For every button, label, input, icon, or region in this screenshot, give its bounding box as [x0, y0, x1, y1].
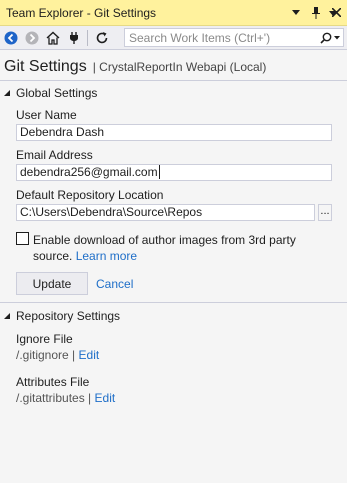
learn-more-link[interactable]: Learn more	[76, 249, 137, 263]
separator: |	[72, 348, 76, 362]
page-menu-dropdown-icon[interactable]	[329, 11, 337, 16]
author-images-checkbox[interactable]	[16, 232, 29, 245]
search-input[interactable]	[125, 29, 317, 46]
page-title: Git Settings	[4, 58, 87, 75]
text-caret	[158, 165, 160, 179]
repo-location-label: Default Repository Location	[16, 188, 164, 202]
global-settings-title: Global Settings	[16, 86, 98, 100]
repository-settings-title: Repository Settings	[16, 309, 121, 323]
separator: |	[88, 391, 92, 405]
edit-attributes-link[interactable]: Edit	[95, 391, 116, 405]
cancel-link[interactable]: Cancel	[96, 277, 133, 291]
window-title: Team Explorer - Git Settings	[6, 5, 157, 20]
checkbox-label: Enable download of author images from 3r…	[33, 233, 296, 263]
collapse-triangle-icon	[4, 90, 10, 96]
update-button[interactable]: Update	[16, 272, 88, 295]
connect-icon[interactable]	[64, 28, 84, 48]
global-settings-header[interactable]: Global Settings	[4, 86, 97, 100]
pin-icon[interactable]	[307, 4, 325, 22]
collapse-triangle-icon	[4, 313, 10, 319]
edit-ignore-link[interactable]: Edit	[79, 348, 100, 362]
ignore-file-row: /.gitignore | Edit	[16, 348, 99, 362]
ignore-file-label: Ignore File	[16, 332, 73, 346]
attributes-file-label: Attributes File	[16, 375, 90, 389]
author-images-text: Enable download of author images from 3r…	[33, 232, 333, 264]
window-titlebar: Team Explorer - Git Settings	[0, 0, 347, 26]
repository-name: | CrystalReportIn Webapi (Local)	[92, 60, 267, 74]
repository-settings-header[interactable]: Repository Settings	[4, 309, 120, 323]
ignore-file-path: /.gitignore	[16, 348, 69, 362]
header-divider	[0, 80, 347, 81]
team-explorer-toolbar	[0, 26, 347, 50]
toolbar-separator	[87, 29, 88, 46]
back-icon[interactable]	[1, 28, 21, 48]
home-icon[interactable]	[43, 28, 63, 48]
email-value: debendra256@gmail.com	[20, 165, 158, 179]
attributes-file-path: /.gitattributes	[16, 391, 85, 405]
dropdown-arrow-icon[interactable]	[287, 4, 305, 22]
forward-icon[interactable]	[22, 28, 42, 48]
browse-button[interactable]: ...	[318, 204, 332, 221]
section-divider	[0, 302, 347, 303]
user-name-field[interactable]: Debendra Dash	[16, 124, 332, 141]
refresh-icon[interactable]	[92, 28, 112, 48]
search-work-items	[124, 28, 344, 47]
attributes-file-row: /.gitattributes | Edit	[16, 391, 115, 405]
email-field[interactable]: debendra256@gmail.com	[16, 164, 332, 181]
search-icon[interactable]	[317, 29, 343, 46]
repo-location-field[interactable]: C:\Users\Debendra\Source\Repos	[16, 204, 315, 221]
user-name-label: User Name	[16, 108, 77, 122]
email-label: Email Address	[16, 148, 93, 162]
page-header: Git Settings | CrystalReportIn Webapi (L…	[0, 52, 347, 80]
